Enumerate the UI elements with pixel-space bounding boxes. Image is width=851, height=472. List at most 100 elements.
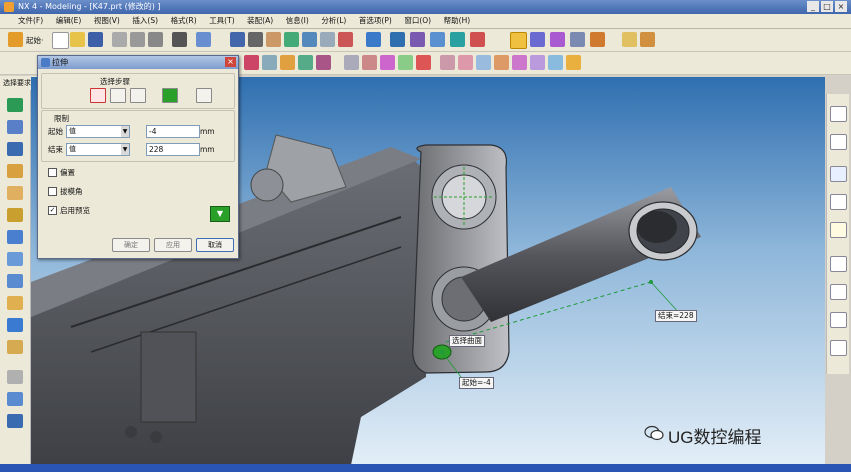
trim-body-icon[interactable] bbox=[416, 55, 431, 70]
zoom-icon[interactable] bbox=[284, 32, 299, 47]
close-window-button[interactable]: × bbox=[835, 1, 847, 12]
color-icon[interactable] bbox=[470, 32, 485, 47]
hole-feature-icon[interactable] bbox=[280, 55, 295, 70]
undo-icon[interactable] bbox=[172, 32, 187, 47]
wcs-icon[interactable] bbox=[410, 32, 425, 47]
menu-analysis[interactable]: 分析(L) bbox=[316, 14, 351, 27]
boss-feature-icon[interactable] bbox=[298, 55, 313, 70]
ok-button[interactable]: 确定 bbox=[112, 238, 150, 252]
extrude-feature-icon[interactable] bbox=[244, 55, 259, 70]
maximize-button[interactable]: □ bbox=[821, 1, 833, 12]
history-icon[interactable] bbox=[830, 166, 847, 182]
expand-arrow-icon[interactable]: ▼ bbox=[210, 206, 230, 222]
end-mode-select[interactable]: 值 ▼ bbox=[66, 143, 130, 156]
measure-angle-icon[interactable] bbox=[550, 32, 565, 47]
render-style-icon[interactable] bbox=[390, 32, 405, 47]
menu-format[interactable]: 格式(R) bbox=[166, 14, 202, 27]
fit-view-icon[interactable] bbox=[230, 32, 245, 47]
sew-icon[interactable] bbox=[494, 55, 509, 70]
intersect-icon[interactable] bbox=[476, 55, 491, 70]
subtract-icon[interactable] bbox=[458, 55, 473, 70]
thicken-icon[interactable] bbox=[7, 296, 23, 310]
dialog-close-button[interactable]: × bbox=[225, 57, 236, 67]
help-icon[interactable] bbox=[830, 222, 847, 238]
menu-preferences[interactable]: 首选项(P) bbox=[354, 14, 397, 27]
apply-button[interactable]: 应用 bbox=[154, 238, 192, 252]
swept-icon[interactable] bbox=[7, 274, 23, 288]
menu-edit[interactable]: 编辑(E) bbox=[51, 14, 87, 27]
ruler-icon[interactable] bbox=[622, 32, 637, 47]
view-orientation-icon[interactable] bbox=[366, 32, 381, 47]
edge-blend-icon[interactable] bbox=[344, 55, 359, 70]
cylinder-icon[interactable] bbox=[7, 142, 23, 156]
pan-icon[interactable] bbox=[266, 32, 281, 47]
palette-icon[interactable] bbox=[830, 194, 847, 210]
line-icon[interactable] bbox=[7, 392, 23, 406]
datum-axis-icon[interactable] bbox=[7, 340, 23, 354]
list-icon[interactable] bbox=[830, 284, 847, 300]
menu-assembly[interactable]: 装配(A) bbox=[242, 14, 278, 27]
through-curves-icon[interactable] bbox=[7, 252, 23, 266]
part-navigator-icon[interactable] bbox=[830, 134, 847, 150]
analysis-icon[interactable] bbox=[570, 32, 585, 47]
mirror-icon[interactable] bbox=[530, 55, 545, 70]
start-value-input[interactable]: -4 bbox=[146, 125, 200, 138]
zoom-window-icon[interactable] bbox=[248, 32, 263, 47]
reverse-direction-icon[interactable] bbox=[196, 88, 212, 103]
datum-plane-icon[interactable] bbox=[7, 318, 23, 332]
copy-icon[interactable] bbox=[130, 32, 145, 47]
revolve-feature-icon[interactable] bbox=[262, 55, 277, 70]
layer-icon[interactable] bbox=[430, 32, 445, 47]
sketch-icon[interactable] bbox=[566, 55, 581, 70]
offset-face-icon[interactable] bbox=[548, 55, 563, 70]
open-folder-icon[interactable] bbox=[70, 32, 85, 47]
preview-checkbox[interactable]: ✓ bbox=[48, 206, 57, 215]
pencil-icon[interactable] bbox=[640, 32, 655, 47]
direction-step-icon[interactable] bbox=[110, 88, 126, 103]
section-icon[interactable] bbox=[590, 32, 605, 47]
cut-icon[interactable] bbox=[112, 32, 127, 47]
curve-icon[interactable] bbox=[7, 370, 23, 384]
arc-icon[interactable] bbox=[7, 414, 23, 428]
start-icon[interactable] bbox=[8, 32, 23, 47]
menu-help[interactable]: 帮助(H) bbox=[439, 14, 476, 27]
roles-icon[interactable] bbox=[830, 312, 847, 328]
offset-checkbox[interactable] bbox=[48, 168, 57, 177]
tube-icon[interactable] bbox=[7, 208, 23, 222]
assembly-navigator-icon[interactable] bbox=[830, 106, 847, 122]
rotate-icon[interactable] bbox=[302, 32, 317, 47]
paste-icon[interactable] bbox=[148, 32, 163, 47]
menu-insert[interactable]: 插入(S) bbox=[127, 14, 163, 27]
start-mode-select[interactable]: 值 ▼ bbox=[66, 125, 130, 138]
new-file-icon[interactable] bbox=[52, 32, 69, 49]
minimize-button[interactable]: _ bbox=[807, 1, 819, 12]
save-icon[interactable] bbox=[88, 32, 103, 47]
cone-icon[interactable] bbox=[7, 164, 23, 178]
start-distance-callout[interactable]: 起始=-4 bbox=[459, 377, 494, 389]
cancel-button[interactable]: 取消 bbox=[196, 238, 234, 252]
system-materials-icon[interactable] bbox=[830, 340, 847, 356]
boolean-step-icon[interactable] bbox=[162, 88, 178, 103]
edit-object-icon[interactable] bbox=[450, 32, 465, 47]
draft-checkbox[interactable] bbox=[48, 187, 57, 196]
end-value-input[interactable]: 228 bbox=[146, 143, 200, 156]
section-step-icon[interactable] bbox=[90, 88, 106, 103]
menu-information[interactable]: 信息(I) bbox=[281, 14, 314, 27]
shell-icon[interactable] bbox=[380, 55, 395, 70]
vector-step-icon[interactable] bbox=[130, 88, 146, 103]
select-filter-icon[interactable] bbox=[196, 32, 211, 47]
measure-distance-icon[interactable] bbox=[530, 32, 545, 47]
clock-icon[interactable] bbox=[830, 256, 847, 272]
sphere-icon[interactable] bbox=[7, 186, 23, 200]
menu-window[interactable]: 窗口(O) bbox=[399, 14, 436, 27]
block-icon[interactable] bbox=[7, 120, 23, 134]
pocket-feature-icon[interactable] bbox=[316, 55, 331, 70]
pattern-icon[interactable] bbox=[512, 55, 527, 70]
draft-icon[interactable] bbox=[398, 55, 413, 70]
end-distance-callout[interactable]: 结束=228 bbox=[655, 310, 697, 322]
solid-icon[interactable] bbox=[7, 98, 23, 112]
menu-tools[interactable]: 工具(T) bbox=[204, 14, 239, 27]
menu-file[interactable]: 文件(F) bbox=[0, 14, 48, 27]
menu-view[interactable]: 视图(V) bbox=[89, 14, 125, 27]
snap-point-icon[interactable] bbox=[510, 32, 527, 49]
